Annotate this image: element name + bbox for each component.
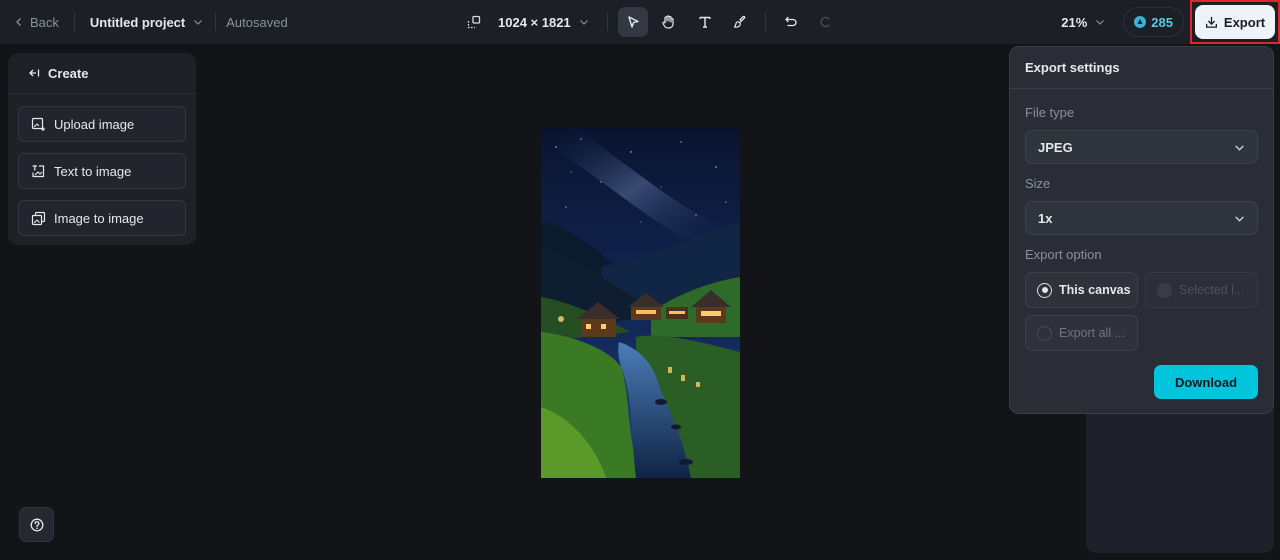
upload-image-icon [31,117,45,131]
save-status: Autosaved [226,14,288,30]
canvas-dimensions: 1024 × 1821 [498,14,571,30]
divider [215,13,217,31]
export-button[interactable]: Export [1195,5,1275,39]
chevron-down-icon [194,20,203,25]
chevron-down-icon [579,20,588,25]
create-panel-header[interactable]: Create [8,53,196,94]
project-name-dropdown[interactable]: Untitled project [90,15,203,30]
undo-button[interactable] [776,7,806,37]
option-label: This canvas [1059,283,1131,297]
zoom-level: 21% [1061,14,1088,30]
option-export-all[interactable]: Export all ... [1025,315,1138,351]
radio-disabled-icon [1157,282,1172,298]
radio-selected-icon [1037,282,1052,298]
help-icon [30,518,43,531]
radio-unselected-icon [1037,325,1052,341]
project-name: Untitled project [89,14,186,30]
text-to-image-icon [32,164,45,177]
brush-icon [733,15,746,28]
size-select[interactable]: 1x [1025,201,1258,235]
back-label: Back [30,14,59,30]
collapse-left-icon [29,69,40,77]
resize-canvas-button[interactable] [464,12,484,32]
chevron-down-icon [1235,215,1244,222]
brush-tool[interactable] [725,7,755,37]
hand-icon [662,15,674,29]
pointer-icon [627,16,639,28]
credit-icon [1134,16,1147,28]
download-button[interactable]: Download [1154,365,1258,399]
file-type-label: File type [1025,105,1075,120]
night-village-image [541,127,740,478]
zoom-dropdown[interactable]: 21% [1061,15,1105,30]
option-selected-layers: Selected l... [1145,272,1258,308]
export-settings-title: Export settings [1010,47,1273,89]
back-button[interactable]: Back [14,15,59,30]
divider [73,13,75,31]
divider [606,13,608,31]
option-label: Selected l... [1179,283,1245,297]
text-icon [698,16,711,28]
chevron-down-icon [1235,144,1244,151]
redo-icon [820,16,830,28]
image-to-image-button[interactable]: Image to image [18,200,186,236]
option-label: Export all ... [1059,326,1125,340]
chevron-down-icon [1096,20,1105,25]
chevron-left-icon [16,18,21,26]
text-tool[interactable] [690,7,720,37]
download-icon [1205,16,1217,28]
size-label: Size [1025,176,1051,191]
redo-button[interactable] [810,7,840,37]
export-highlight: Export [1190,0,1280,44]
hand-tool[interactable] [653,7,683,37]
upload-image-button[interactable]: Upload image [18,106,186,142]
export-label: Export [1223,14,1266,30]
create-panel: Create Upload image Text to image Image … [8,53,196,245]
image-to-image-icon [31,211,46,225]
size-value: 1x [1038,210,1053,226]
select-tool[interactable] [617,7,648,37]
file-type-select[interactable]: JPEG [1025,130,1258,164]
undo-icon [784,16,797,27]
text-to-image-button[interactable]: Text to image [18,153,186,189]
credits-count: 285 [1151,14,1173,30]
help-button[interactable] [19,507,54,542]
option-this-canvas[interactable]: This canvas [1025,272,1138,308]
resize-icon [467,15,481,29]
credits-badge[interactable]: 285 [1123,7,1184,37]
export-settings-popover: Export settings File type JPEG Size 1x E… [1009,46,1274,414]
top-bar: Back Untitled project Autosaved 1024 × 1… [0,0,1280,44]
divider [764,13,766,31]
export-option-label: Export option [1025,247,1102,262]
create-title: Create [48,65,89,81]
upload-image-label: Upload image [54,116,135,132]
image-to-image-label: Image to image [54,210,144,226]
canvas-size-dropdown[interactable]: 1024 × 1821 [498,15,589,30]
canvas-image[interactable] [541,127,740,478]
file-type-value: JPEG [1038,139,1073,155]
text-to-image-label: Text to image [54,163,132,179]
